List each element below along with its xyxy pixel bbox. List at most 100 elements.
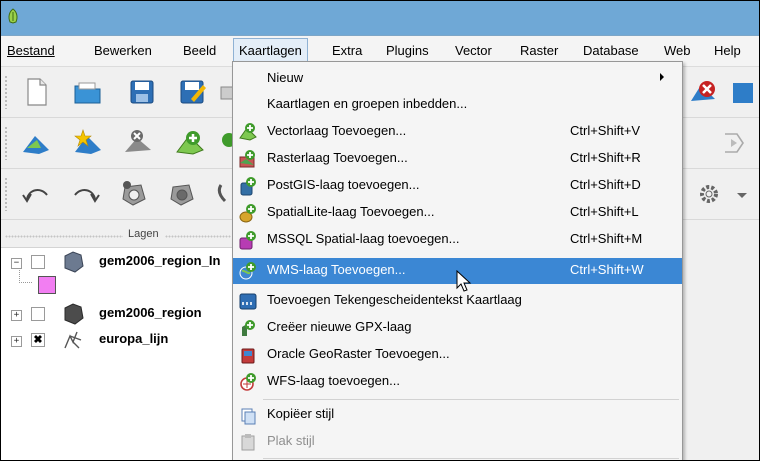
create-gpx-icon: [242, 320, 255, 336]
menu-item-copy-style[interactable]: Kopiëer stijl: [233, 402, 682, 428]
layer-tree: − gem2006_region_In + gem2006_region + ✖: [1, 248, 233, 460]
menu-item-label: SpatialLite-laag Toevoegen...: [267, 204, 435, 219]
menu-item-label: Plak stijl: [267, 433, 315, 448]
remove-layer-icon[interactable]: [687, 75, 721, 109]
shortcut-label: Ctrl+Shift+R: [570, 150, 641, 165]
title-bar: [1, 1, 759, 36]
menu-item-label: Toevoegen Tekengescheidentekst Kaartlaag: [267, 292, 522, 307]
fill-ring-icon[interactable]: [165, 177, 199, 211]
layers-panel-header: Lagen: [1, 225, 233, 248]
menu-item-add-postgis[interactable]: PostGIS-laag toevoegen... Ctrl+Shift+D: [233, 173, 682, 199]
add-mssql-icon: [239, 231, 256, 250]
menu-item-label: MSSQL Spatial-laag toevoegen...: [267, 231, 460, 246]
layer-visibility-checkbox[interactable]: [31, 255, 45, 269]
menu-item-add-raster[interactable]: Rasterlaag Toevoegen... Ctrl+Shift+R: [233, 146, 682, 172]
undo-icon[interactable]: [19, 177, 53, 211]
menu-label: Help: [714, 43, 741, 58]
menu-item-add-spatialite[interactable]: SpatialLite-laag Toevoegen... Ctrl+Shift…: [233, 200, 682, 226]
menu-label: Plugins: [386, 43, 429, 58]
redo-icon[interactable]: [69, 177, 103, 211]
paste-style-icon: [241, 434, 255, 451]
menu-beeld[interactable]: Beeld: [178, 36, 221, 66]
menu-item-label: Oracle GeoRaster Toevoegen...: [267, 346, 450, 361]
layer-item[interactable]: + gem2006_region: [1, 303, 233, 328]
polygon-layer-icon: [64, 303, 84, 325]
settings-gear-icon[interactable]: [695, 177, 729, 211]
mouse-cursor-icon: [456, 270, 472, 292]
menu-kaartlagen[interactable]: Kaartlagen: [233, 38, 308, 63]
submenu-arrow-icon: [660, 73, 664, 81]
toolbar-grip[interactable]: [4, 126, 9, 160]
chevron-down-icon[interactable]: [725, 177, 759, 211]
expand-toggle[interactable]: +: [11, 336, 22, 347]
menu-item-label: Nieuw: [267, 70, 304, 85]
kaartlagen-dropdown-menu: Nieuw Kaartlagen en groepen inbedden... …: [232, 61, 683, 460]
menu-item-label: Rasterlaag Toevoegen...: [267, 150, 408, 165]
shortcut-label: Ctrl+Shift+W: [570, 262, 644, 277]
open-project-icon[interactable]: [71, 75, 105, 109]
menu-bestand[interactable]: Bestand: [2, 36, 60, 66]
menu-item-label: WMS-laag Toevoegen...: [267, 262, 406, 277]
layer-visibility-checkbox[interactable]: [31, 307, 45, 321]
toolbar-grip[interactable]: [4, 75, 9, 109]
menu-help[interactable]: Help: [709, 36, 746, 66]
save-as-icon[interactable]: [175, 75, 209, 109]
layer-icon[interactable]: [729, 75, 759, 109]
layer-name[interactable]: gem2006_region_In: [99, 253, 220, 268]
layer-name[interactable]: europa_lijn: [99, 331, 168, 346]
menu-label: Beeld: [183, 43, 217, 58]
new-bookmark-icon[interactable]: [71, 126, 105, 160]
layer-name[interactable]: gem2006_region: [99, 305, 202, 320]
panel-grip[interactable]: [165, 235, 231, 238]
layer-item[interactable]: − gem2006_region_In: [1, 251, 233, 276]
panel-grip[interactable]: [5, 235, 123, 238]
menu-item-add-vector[interactable]: Vectorlaag Toevoegen... Ctrl+Shift+V: [233, 119, 682, 145]
add-wfs-icon: [240, 373, 256, 391]
menu-item-label: PostGIS-laag toevoegen...: [267, 177, 420, 192]
menu-item-label: Kaartlagen en groepen inbedden...: [267, 96, 468, 111]
add-spatialite-icon: [239, 204, 256, 223]
menu-item-label: Creëer nieuwe GPX-laag: [267, 319, 412, 334]
add-oracle-georaster-icon: [241, 348, 255, 364]
menu-separator: [263, 399, 679, 400]
menu-item-create-gpx[interactable]: Creëer nieuwe GPX-laag: [233, 315, 682, 341]
shortcut-label: Ctrl+Shift+M: [570, 231, 643, 246]
remove-data-icon[interactable]: [121, 126, 155, 160]
add-wms-icon: [239, 262, 256, 280]
move-feature-icon[interactable]: [717, 126, 751, 160]
menu-item-add-mssql[interactable]: MSSQL Spatial-laag toevoegen... Ctrl+Shi…: [233, 227, 682, 253]
shortcut-label: Ctrl+Shift+L: [570, 204, 639, 219]
polygon-layer-icon: [64, 251, 84, 273]
menu-item-embed-layers[interactable]: Kaartlagen en groepen inbedden...: [233, 92, 682, 118]
menu-label: Web: [664, 43, 691, 58]
menu-label: Extra: [332, 43, 363, 58]
copy-style-icon: [241, 408, 256, 425]
add-vector-layer-icon[interactable]: [173, 126, 207, 160]
expand-toggle[interactable]: +: [11, 310, 22, 321]
menu-label: Bewerken: [94, 43, 152, 58]
menu-item-add-wfs[interactable]: WFS-laag toevoegen...: [233, 369, 682, 395]
new-project-icon[interactable]: [19, 75, 53, 109]
menu-bewerken[interactable]: Bewerken: [89, 36, 157, 66]
layer-visibility-checkbox[interactable]: ✖: [31, 333, 45, 347]
line-layer-icon: [64, 331, 82, 349]
menu-item-nieuw[interactable]: Nieuw: [233, 66, 682, 92]
menu-item-paste-style[interactable]: Plak stijl: [233, 429, 682, 455]
pan-map-icon[interactable]: [19, 126, 53, 160]
add-vector-icon: [239, 123, 257, 141]
menu-label: Database: [583, 43, 639, 58]
menu-item-label: Vectorlaag Toevoegen...: [267, 123, 407, 138]
menu-label: Vector: [455, 43, 492, 58]
add-ring-icon[interactable]: [117, 177, 151, 211]
add-postgis-icon: [240, 177, 256, 196]
layer-item[interactable]: + ✖ europa_lijn: [1, 330, 233, 354]
menu-item-add-oracle-georaster[interactable]: Oracle GeoRaster Toevoegen...: [233, 342, 682, 368]
shortcut-label: Ctrl+Shift+V: [570, 123, 641, 138]
menu-label: Raster: [520, 43, 559, 58]
menu-item-label: Kopiëer stijl: [267, 406, 335, 421]
shortcut-label: Ctrl+Shift+D: [570, 177, 641, 192]
save-project-icon[interactable]: [125, 75, 159, 109]
toolbar-grip[interactable]: [4, 177, 9, 211]
qgis-logo-icon: [8, 8, 18, 24]
tree-connector: [19, 268, 32, 283]
